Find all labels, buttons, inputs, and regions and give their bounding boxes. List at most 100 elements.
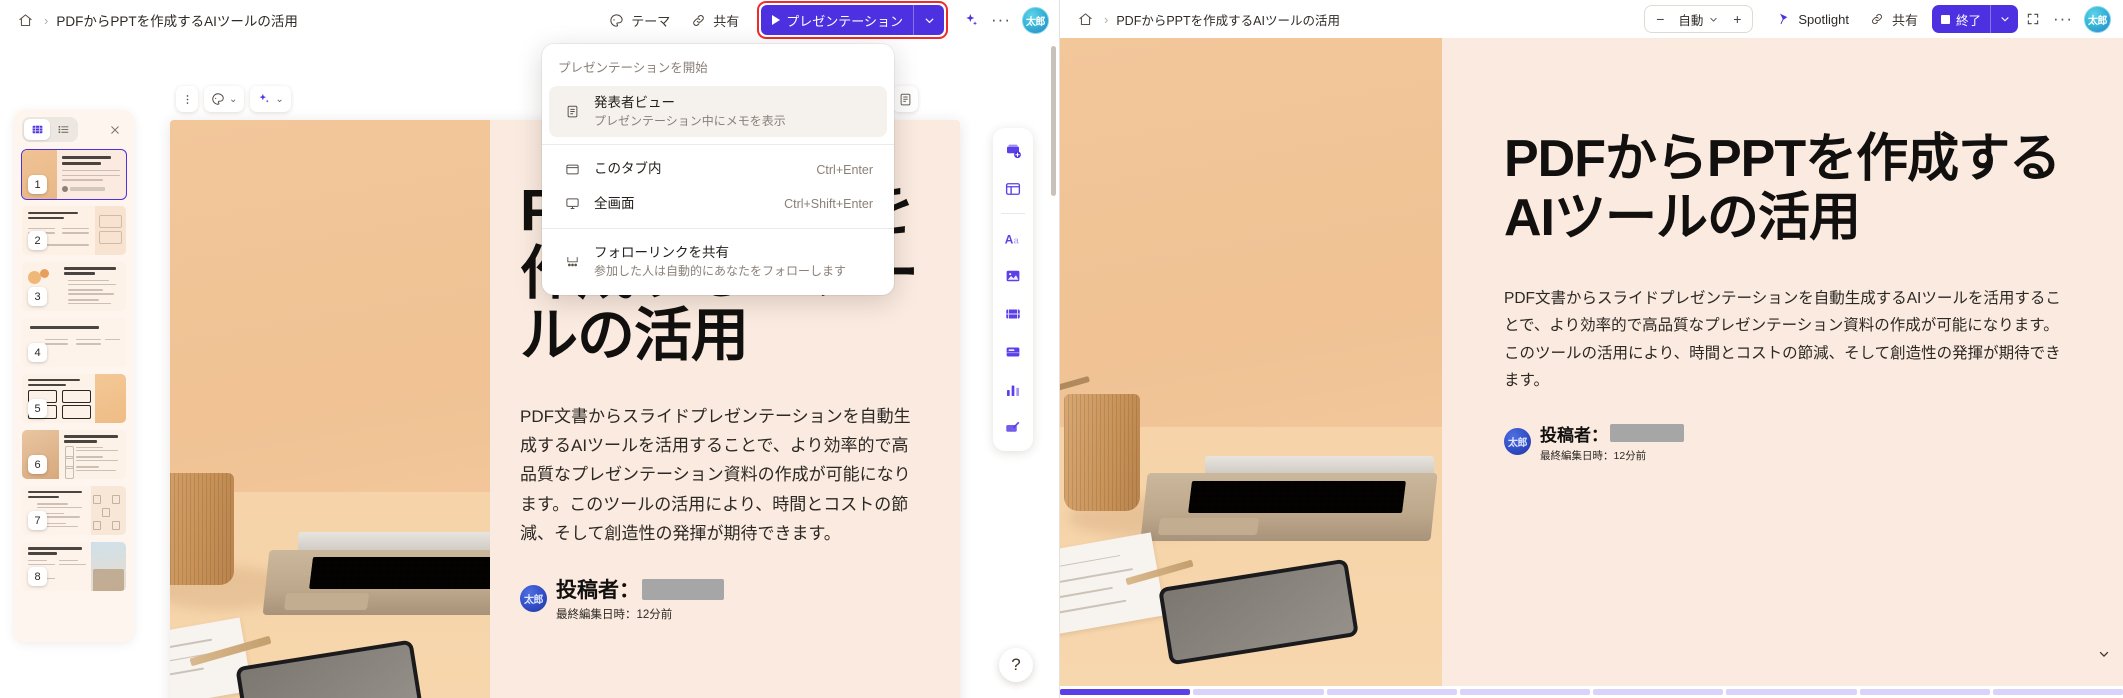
present-button-main[interactable]: プレゼンテーション	[761, 5, 913, 35]
zoom-control: − 自動 +	[1644, 5, 1754, 33]
slide-thumbnail[interactable]: 3	[22, 262, 126, 311]
menu-divider	[542, 227, 894, 229]
menu-item-title: 発表者ビュー	[594, 95, 675, 110]
slide-photo[interactable]	[170, 120, 490, 698]
menu-item-presenter-view[interactable]: 発表者ビュー プレゼンテーション中にメモを表示	[549, 86, 887, 138]
close-icon[interactable]	[104, 119, 126, 141]
help-button[interactable]: ?	[999, 648, 1033, 682]
image-icon[interactable]	[998, 261, 1028, 291]
breadcrumb-separator: ›	[44, 12, 49, 28]
avatar[interactable]: 太郎	[1022, 6, 1049, 34]
exit-button-main[interactable]: 終了	[1932, 5, 1990, 33]
progress-segment[interactable]	[1060, 689, 1191, 695]
layout-icon[interactable]	[998, 174, 1028, 204]
progress-segment[interactable]	[1726, 689, 1857, 695]
menu-item-title: フォローリンクを共有	[594, 244, 729, 260]
presenter-stage: PDFからPPTを作成するAIツールの活用 PDF文書からスライドプレゼンテーシ…	[1060, 38, 2123, 686]
canvas-more-button[interactable]	[176, 86, 198, 112]
share-button[interactable]: 共有	[680, 5, 749, 35]
progress-segment[interactable]	[1459, 689, 1590, 695]
palette-icon	[608, 12, 625, 29]
slide-thumbnail[interactable]: 8	[22, 542, 126, 591]
editor-pane: › PDFからPPTを作成するAIツールの活用 テーマ 共有 プレゼンテーション…	[0, 0, 1060, 698]
stop-icon	[1940, 14, 1950, 24]
presenter-more-button[interactable]: ···	[2048, 4, 2078, 34]
breadcrumb-title[interactable]: PDFからPPTを作成するAIツールの活用	[56, 10, 298, 30]
presenter-pane: › PDFからPPTを作成するAIツールの活用 − 自動 + Spotlight…	[1060, 0, 2123, 698]
present-button[interactable]: プレゼンテーション	[761, 5, 944, 35]
editor-canvas: PDFからPPTを作成するAIツールの活用 PDF文書からスライドプレゼンテーシ…	[0, 40, 1059, 698]
slide-thumbnail[interactable]: 6	[22, 430, 126, 479]
present-dropdown-menu: プレゼンテーションを開始 発表者ビュー プレゼンテーション中にメモを表示 このタ…	[542, 44, 894, 296]
slide-thumbnail-number: 3	[28, 287, 47, 306]
home-icon[interactable]	[14, 9, 36, 31]
presenter-avatar[interactable]: 太郎	[2084, 5, 2111, 33]
exit-dropdown-toggle[interactable]	[1991, 5, 2018, 33]
text-icon[interactable]: Aa	[998, 223, 1028, 253]
present-dropdown-toggle[interactable]	[914, 5, 944, 35]
zoom-in-button[interactable]: +	[1724, 7, 1750, 31]
slide-thumbnail-rail: 1 2 3 4 5 6 7 8	[14, 110, 134, 642]
editor-scrollbar[interactable]	[1051, 46, 1056, 196]
slide-thumbnail-number: 8	[28, 567, 47, 586]
link-icon	[1869, 11, 1886, 28]
menu-item-follow-link[interactable]: フォローリンクを共有 参加した人は自動的にあなたをフォローします	[549, 236, 887, 287]
present-label: プレゼンテーション	[786, 13, 903, 29]
breadcrumb: › PDFからPPTを作成するAIツールの活用	[14, 9, 598, 31]
presenter-slide-title: PDFからPPTを作成するAIツールの活用	[1504, 130, 2061, 248]
progress-segment[interactable]	[1593, 689, 1724, 695]
home-icon[interactable]	[1074, 8, 1096, 30]
zoom-out-button[interactable]: −	[1647, 7, 1673, 31]
editor-more-button[interactable]: ···	[986, 5, 1016, 35]
notes-button[interactable]	[892, 86, 918, 112]
progress-segment[interactable]	[1326, 689, 1457, 695]
zoom-value-dropdown[interactable]: 自動	[1673, 10, 1724, 29]
slide-author-redacted	[642, 578, 724, 600]
desk-photo-image	[170, 120, 490, 698]
video-icon[interactable]	[998, 299, 1028, 329]
list-view-icon[interactable]	[50, 119, 76, 140]
presenter-toolbar: − 自動 + Spotlight 共有 終了 ··· 太郎	[1644, 4, 2111, 34]
presenter-share-button[interactable]: 共有	[1859, 4, 1928, 34]
slide-body-text[interactable]: PDF文書からスライドプレゼンテーションを自動生成するAIツールを活用することで…	[520, 402, 924, 548]
draw-icon[interactable]	[998, 413, 1028, 443]
present-menu-heading: プレゼンテーションを開始	[558, 61, 708, 75]
exit-label: 終了	[1955, 13, 1981, 28]
presenter-author-avatar: 太郎	[1504, 428, 1531, 456]
browser-tab-icon	[563, 161, 581, 179]
menu-item-title: このタブ内	[594, 161, 662, 177]
slide-thumbnail-number: 2	[28, 231, 47, 250]
menu-item-subtitle: 参加した人は自動的にあなたをフォローします	[594, 264, 847, 279]
ai-sparkle-button[interactable]	[956, 5, 986, 35]
slide-rail-header	[14, 110, 134, 146]
presenter-author-redacted	[1610, 424, 1684, 443]
grid-view-icon[interactable]	[24, 119, 50, 140]
add-slide-icon[interactable]	[998, 136, 1028, 166]
slide-thumbnail[interactable]: 1	[21, 149, 127, 200]
slide-thumbnail[interactable]: 2	[22, 206, 126, 255]
progress-segment[interactable]	[1859, 689, 1990, 695]
menu-item-fullscreen[interactable]: 全画面 Ctrl+Shift+Enter	[549, 187, 887, 221]
menu-item-this-tab[interactable]: このタブ内 Ctrl+Enter	[549, 152, 887, 186]
fullscreen-icon[interactable]	[2018, 4, 2048, 34]
slide-thumbnails: 1 2 3 4 5 6 7 8	[14, 146, 134, 601]
slide-thumbnail[interactable]: 7	[22, 486, 126, 535]
rail-divider	[1001, 213, 1025, 214]
slide-thumbnail-number: 7	[28, 511, 47, 530]
slide-thumbnail[interactable]: 4	[22, 318, 126, 367]
slide-thumbnail-number: 6	[28, 455, 47, 474]
chart-icon[interactable]	[998, 375, 1028, 405]
canvas-magic-button[interactable]: ⌄	[250, 86, 291, 112]
play-icon	[772, 15, 781, 25]
slide-progress-bar[interactable]	[1060, 686, 2123, 698]
progress-segment[interactable]	[1992, 689, 2123, 695]
spotlight-button[interactable]: Spotlight	[1765, 4, 1859, 34]
canvas-palette-button[interactable]: ⌄	[204, 86, 245, 112]
exit-presentation-button[interactable]: 終了	[1931, 5, 2018, 33]
presenter-breadcrumb-title[interactable]: PDFからPPTを作成するAIツールの活用	[1116, 10, 1340, 29]
progress-segment[interactable]	[1193, 689, 1324, 695]
theme-button[interactable]: テーマ	[598, 5, 680, 35]
next-slide-chevron[interactable]	[2097, 647, 2111, 664]
embed-icon[interactable]	[998, 337, 1028, 367]
slide-thumbnail[interactable]: 5	[22, 374, 126, 423]
